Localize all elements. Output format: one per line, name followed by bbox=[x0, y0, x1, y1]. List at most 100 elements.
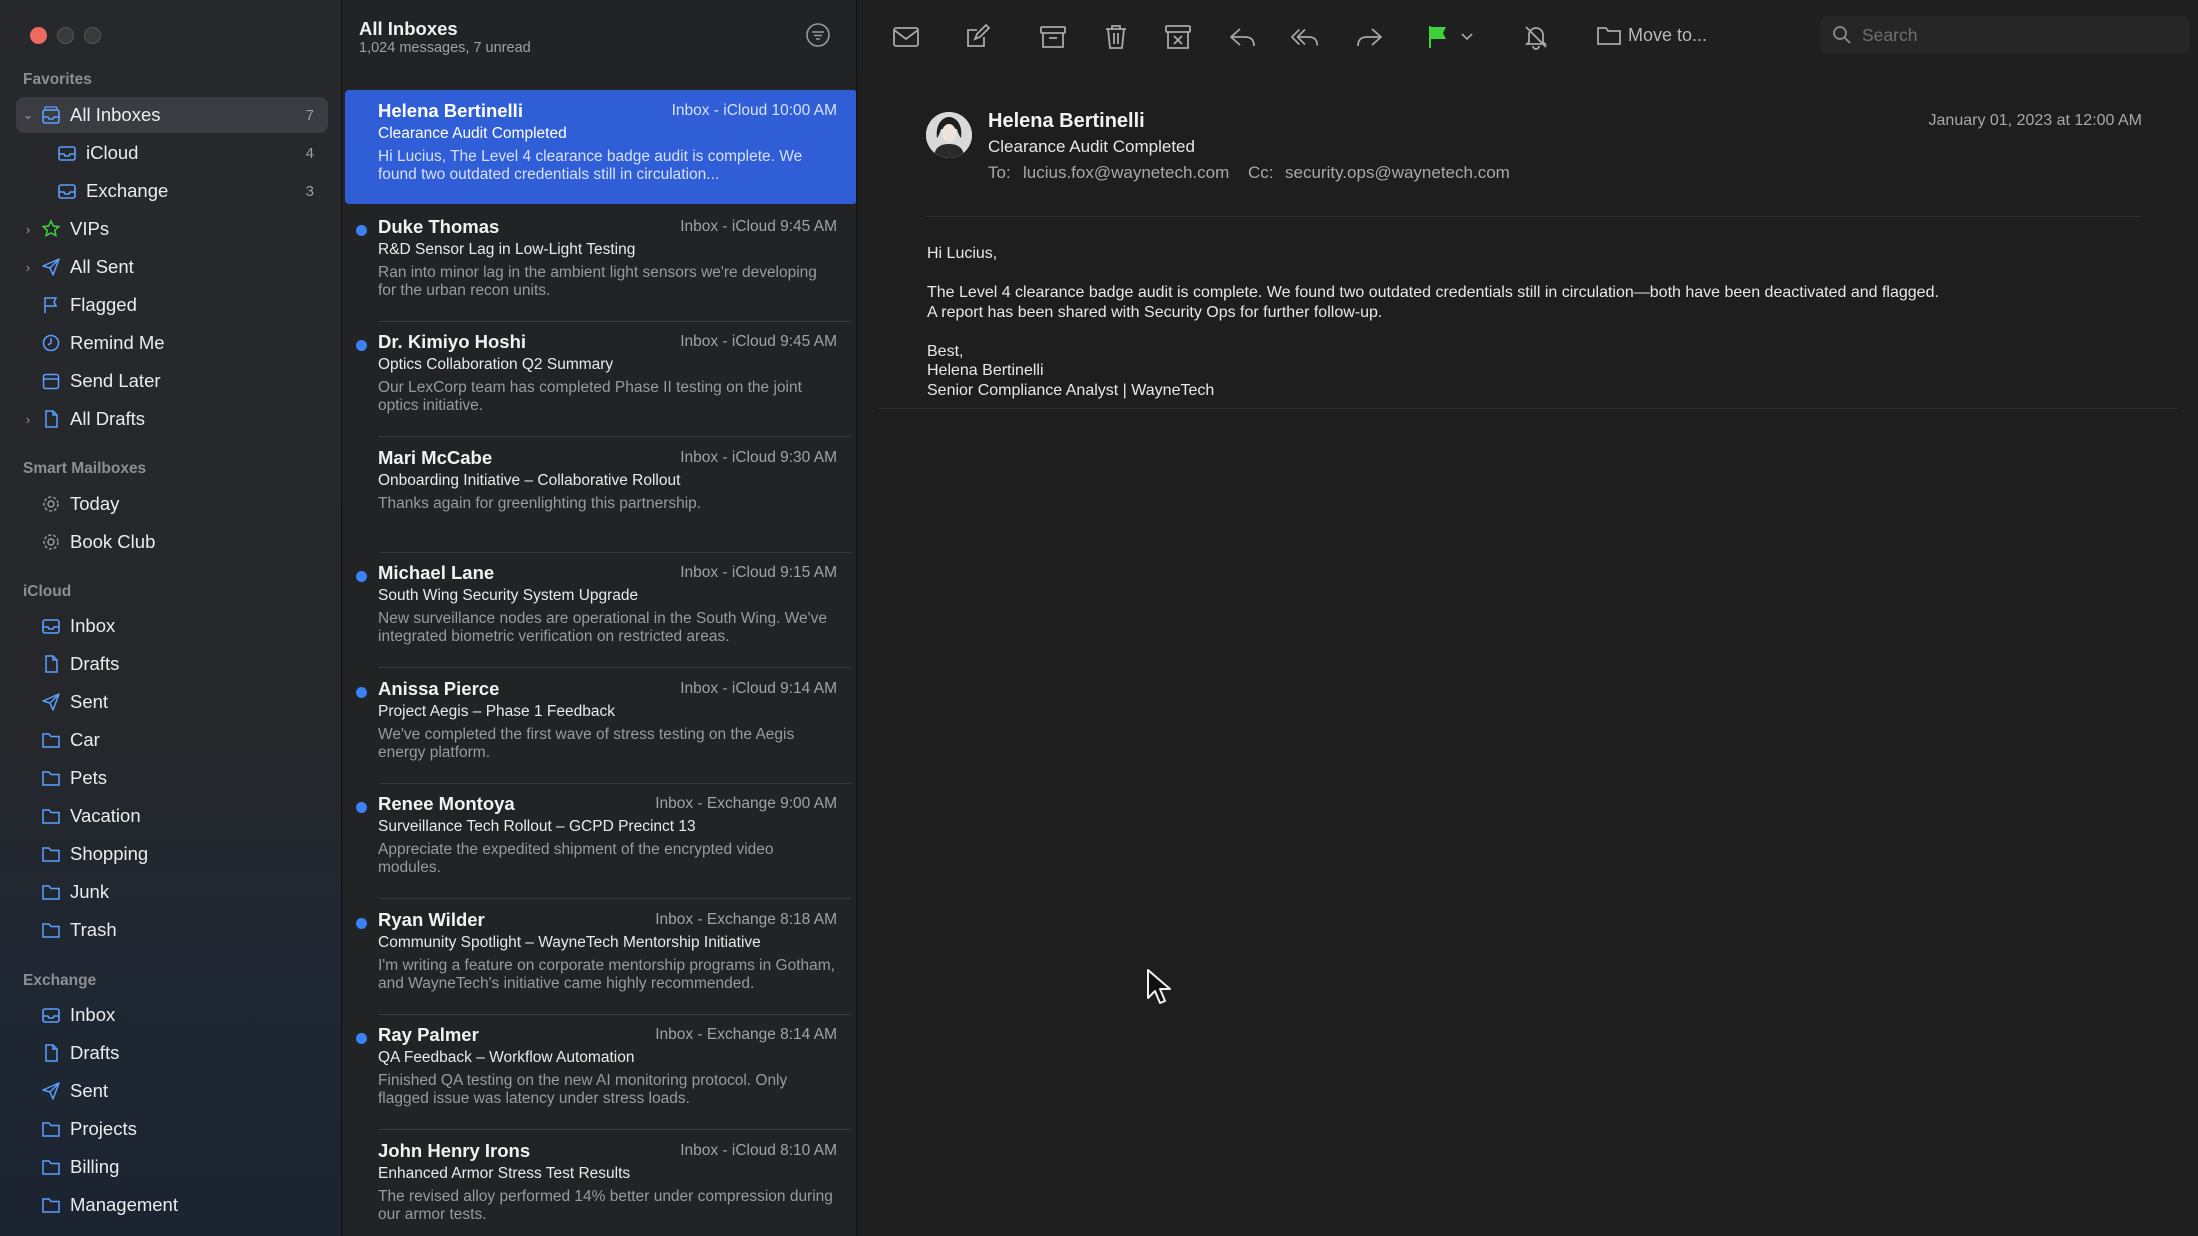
message-mailbox-time: Inbox - iCloud 9:45 AM bbox=[680, 333, 837, 350]
sidebar-item-label: Inbox bbox=[70, 1004, 116, 1025]
reply-button[interactable] bbox=[1228, 22, 1258, 52]
message-sender: Anissa Pierce bbox=[378, 677, 500, 699]
message-row[interactable]: Anissa Pierce Inbox - iCloud 9:14 AM Proje… bbox=[343, 668, 856, 784]
message-subject: Community Spotlight – WayneTech Mentorsh… bbox=[378, 933, 761, 951]
sidebar-item-icloud-shopping[interactable]: Shopping bbox=[16, 836, 328, 872]
sidebar-item-flagged[interactable]: Flagged bbox=[16, 287, 328, 323]
sidebar-item-icloud-inbox[interactable]: Inbox bbox=[16, 608, 328, 644]
paper-plane-icon bbox=[40, 256, 62, 278]
chevron-right-icon[interactable]: › bbox=[22, 222, 34, 237]
unread-dot-icon bbox=[356, 1033, 367, 1044]
sidebar-item-icloud-drafts[interactable]: Drafts bbox=[16, 646, 328, 682]
chevron-right-icon[interactable]: › bbox=[22, 412, 34, 427]
gear-icon bbox=[40, 493, 62, 515]
sidebar-item-icloud-vacation[interactable]: Vacation bbox=[16, 798, 328, 834]
sidebar-item-all-sent[interactable]: › All Sent bbox=[16, 249, 328, 285]
message-row[interactable]: Mari McCabe Inbox - iCloud 9:30 AM Onboard… bbox=[343, 437, 856, 553]
sidebar-item-exchange-management[interactable]: Management bbox=[16, 1187, 328, 1223]
flag-icon bbox=[40, 294, 62, 316]
sidebar-item-icloud-trash[interactable]: Trash bbox=[16, 912, 328, 948]
folder-icon bbox=[40, 767, 62, 789]
to-label: To: bbox=[988, 163, 1011, 182]
flag-icon bbox=[1429, 26, 1446, 48]
folder-icon bbox=[40, 805, 62, 827]
sidebar-item-icloud-sent[interactable]: Sent bbox=[16, 684, 328, 720]
reply-all-button[interactable] bbox=[1290, 22, 1320, 52]
avatar[interactable] bbox=[926, 112, 972, 158]
message-card: Helena Bertinelli Clearance Audit Comple… bbox=[878, 84, 2178, 409]
message-sender: Mari McCabe bbox=[378, 446, 493, 468]
message-row[interactable]: Ryan Wilder Inbox - Exchange 8:18 AM Commu… bbox=[343, 899, 856, 1015]
sidebar-item-remind-me[interactable]: Remind Me bbox=[16, 325, 328, 361]
sidebar-item-exchange-drafts[interactable]: Drafts bbox=[16, 1035, 328, 1071]
sidebar-item-today[interactable]: Today bbox=[16, 486, 328, 522]
sidebar-item-exchange-projects[interactable]: Projects bbox=[16, 1111, 328, 1147]
sidebar-item-label: Vacation bbox=[70, 805, 141, 826]
cc-address[interactable]: security.ops@waynetech.com bbox=[1285, 163, 1510, 183]
sidebar-item-exchange-inbox[interactable]: Exchange 3 bbox=[16, 173, 328, 209]
inbox-icon bbox=[56, 180, 78, 202]
sidebar-item-label: iCloud bbox=[86, 142, 139, 163]
get-mail-button[interactable] bbox=[891, 22, 921, 52]
chevron-down-icon bbox=[1461, 33, 1473, 41]
search-field[interactable] bbox=[1820, 16, 2190, 54]
unread-dot-icon bbox=[356, 917, 367, 929]
sidebar-item-label: Remind Me bbox=[70, 332, 165, 353]
message-row[interactable]: Renee Montoya Inbox - Exchange 9:00 AM Sur… bbox=[343, 783, 856, 899]
document-icon bbox=[40, 653, 62, 675]
message-row[interactable]: Helena Bertinelli Inbox - iCloud 10:00 AM… bbox=[343, 90, 856, 206]
sidebar-item-all-inboxes[interactable]: ⌄ All Inboxes 7 bbox=[16, 97, 328, 133]
message-date: January 01, 2023 at 12:00 AM bbox=[1928, 112, 2142, 129]
unread-dot-icon bbox=[356, 686, 367, 698]
sidebar-item-label: Billing bbox=[70, 1156, 120, 1177]
unread-count: 7 bbox=[305, 106, 314, 124]
archive-button[interactable] bbox=[1038, 22, 1068, 52]
sidebar-item-icloud-junk[interactable]: Junk bbox=[16, 874, 328, 910]
sidebar-item-book-club[interactable]: Book Club bbox=[16, 524, 328, 560]
compose-button[interactable] bbox=[962, 22, 992, 52]
minimize-window-button[interactable] bbox=[57, 27, 74, 44]
sidebar-item-all-drafts[interactable]: › All Drafts bbox=[16, 401, 328, 437]
junk-button[interactable] bbox=[1163, 22, 1193, 52]
sidebar-item-send-later[interactable]: Send Later bbox=[16, 363, 328, 399]
sidebar-item-exchange-billing[interactable]: Billing bbox=[16, 1149, 328, 1185]
sidebar-item-exchange-inbox[interactable]: Inbox bbox=[16, 997, 328, 1033]
delete-button[interactable] bbox=[1101, 22, 1131, 52]
sidebar-item-label: All Inboxes bbox=[70, 104, 161, 125]
message-list-header: All Inboxes 1,024 messages, 7 unread bbox=[343, 0, 856, 86]
chevron-down-icon[interactable]: ⌄ bbox=[22, 107, 34, 123]
flag-menu-button[interactable] bbox=[1458, 22, 1476, 52]
section-favorites: Favorites bbox=[23, 71, 92, 88]
folder-icon bbox=[40, 1156, 62, 1178]
forward-button[interactable] bbox=[1354, 22, 1384, 52]
flag-button[interactable] bbox=[1423, 22, 1453, 52]
close-window-button[interactable] bbox=[30, 27, 47, 44]
filter-button[interactable] bbox=[805, 22, 831, 48]
filter-icon bbox=[806, 23, 830, 47]
sidebar-item-icloud-pets[interactable]: Pets bbox=[16, 760, 328, 796]
sidebar-item-label: Send Later bbox=[70, 370, 161, 391]
sidebar-item-icloud-car[interactable]: Car bbox=[16, 722, 328, 758]
message-sender: John Henry Irons bbox=[378, 1139, 531, 1161]
chevron-right-icon[interactable]: › bbox=[22, 260, 34, 275]
message-subject: QA Feedback – Workflow Automation bbox=[378, 1049, 635, 1066]
message-row[interactable]: Michael Lane Inbox - iCloud 9:15 AM South … bbox=[343, 552, 856, 668]
sidebar-item-exchange-sent[interactable]: Sent bbox=[16, 1073, 328, 1109]
sidebar-item-vips[interactable]: › VIPs bbox=[16, 211, 328, 247]
folder-icon bbox=[40, 1118, 62, 1140]
move-to-button[interactable]: Move to... bbox=[1586, 16, 1810, 54]
body-line: Helena Bertinelli bbox=[927, 362, 1044, 379]
forward-icon bbox=[1357, 28, 1382, 47]
mute-button[interactable] bbox=[1521, 22, 1551, 52]
search-input[interactable] bbox=[1862, 20, 2162, 50]
message-row[interactable]: Ray Palmer Inbox - Exchange 8:14 AM QA Fee… bbox=[343, 1014, 856, 1130]
calendar-icon bbox=[40, 370, 62, 392]
message-row[interactable]: John Henry Irons Inbox - iCloud 8:10 AM En… bbox=[343, 1130, 856, 1236]
body-line: The Level 4 clearance badge audit is com… bbox=[927, 284, 1939, 301]
zoom-window-button[interactable] bbox=[84, 27, 101, 44]
folder-icon bbox=[40, 881, 62, 903]
message-row[interactable]: Duke Thomas Inbox - iCloud 9:45 AM R&D Sen… bbox=[343, 206, 856, 322]
sidebar-item-icloud-inbox[interactable]: iCloud 4 bbox=[16, 135, 328, 171]
message-row[interactable]: Dr. Kimiyo Hoshi Inbox - iCloud 9:45 AM Op… bbox=[343, 321, 856, 437]
to-address[interactable]: lucius.fox@waynetech.com bbox=[1023, 163, 1229, 183]
